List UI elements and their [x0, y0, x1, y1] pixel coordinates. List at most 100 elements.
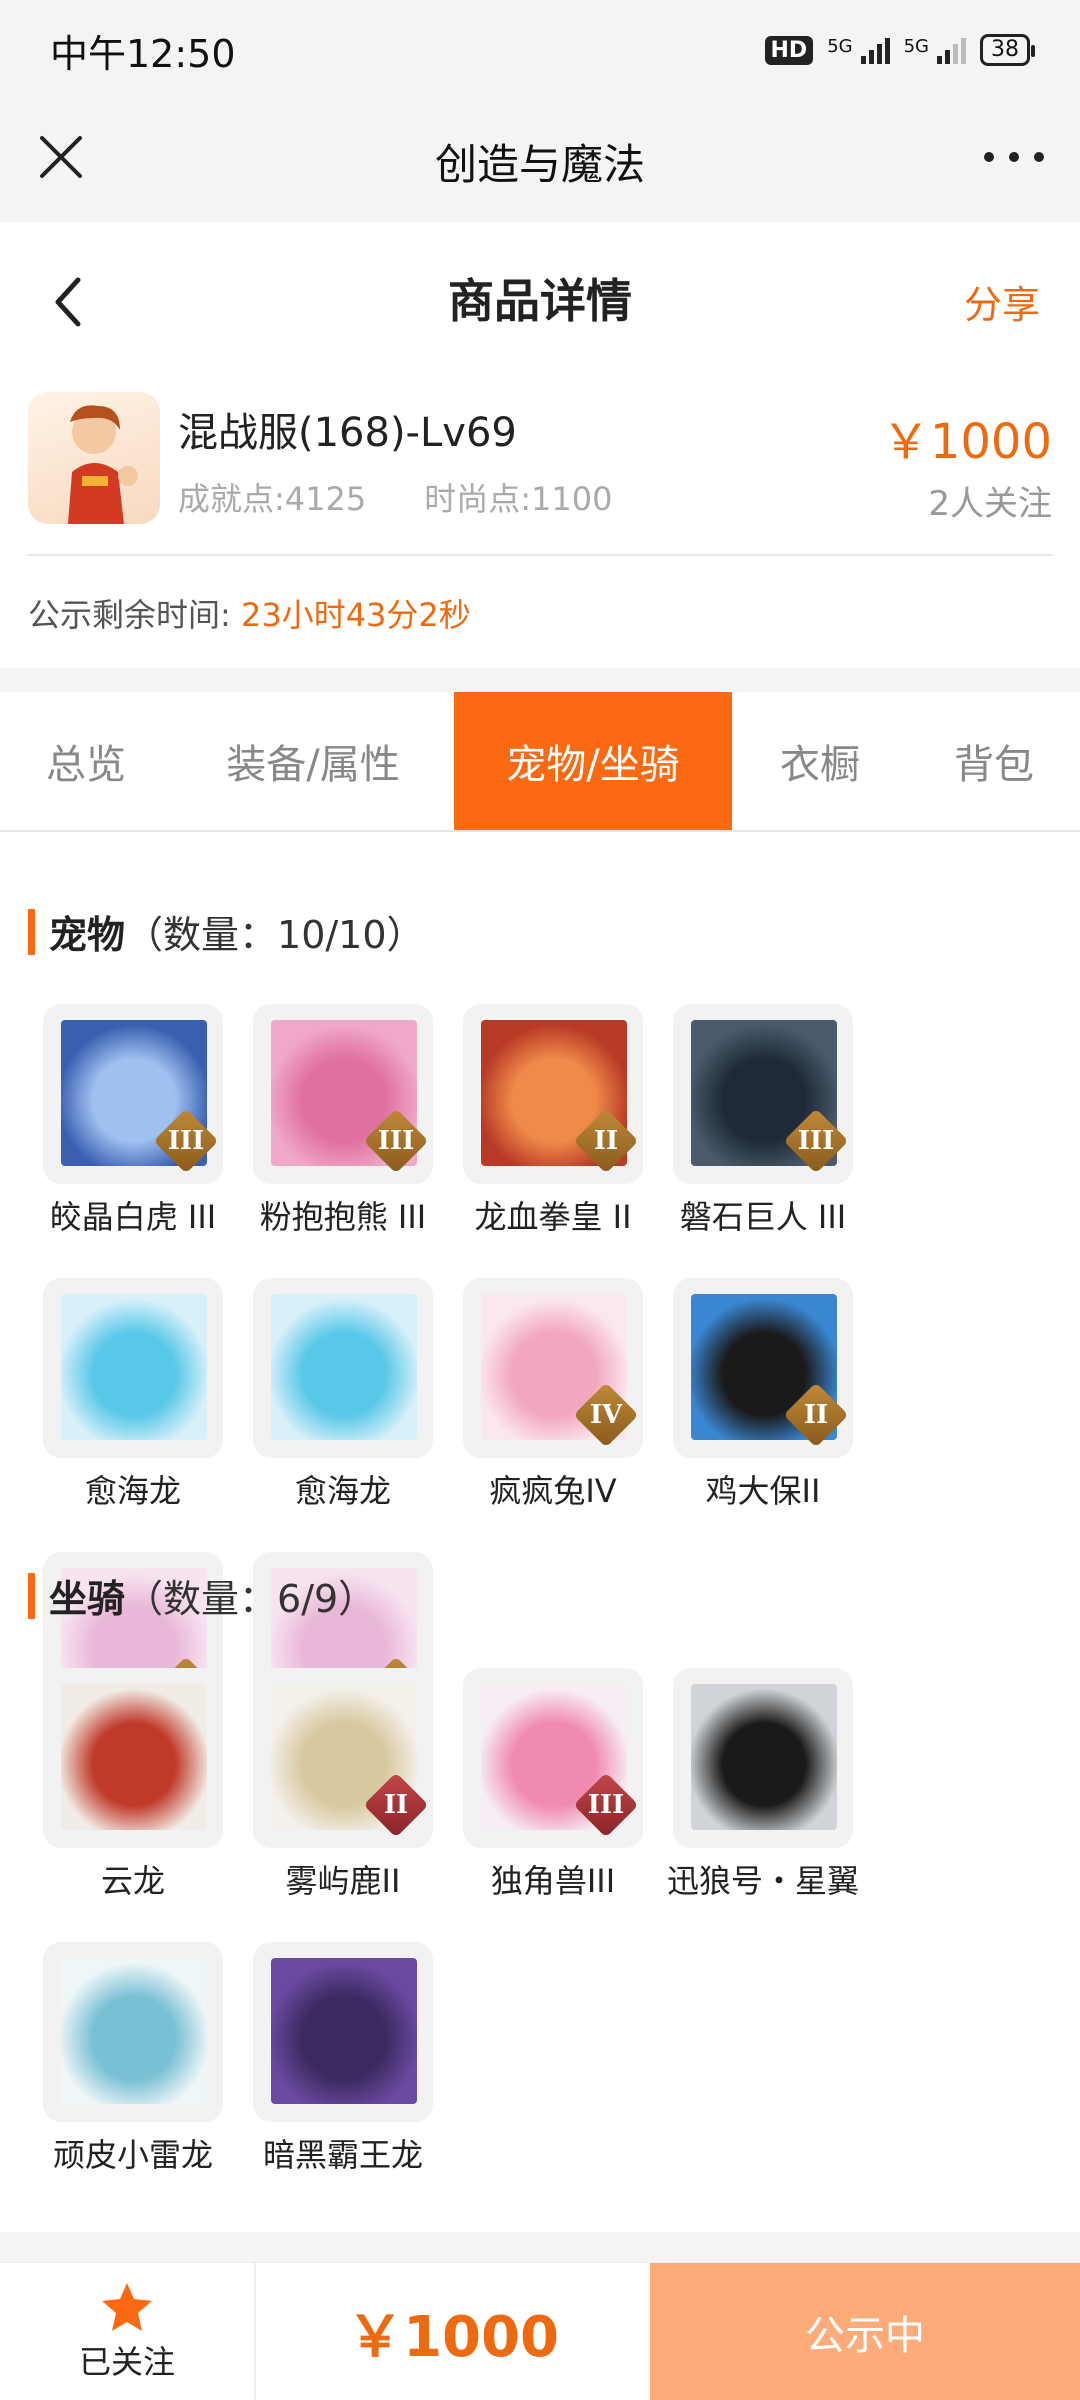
tier-badge-label: III: [167, 1126, 205, 1156]
page-title: 商品详情: [448, 274, 632, 328]
pet-item[interactable]: II 龙血拳皇 II: [448, 1004, 658, 1238]
mount-item[interactable]: III 独角兽III: [448, 1668, 658, 1902]
mount-item[interactable]: II 雾屿鹿II: [238, 1668, 448, 1902]
product-name: 混战服(168)-Lv69: [178, 410, 517, 456]
countdown: 公示剩余时间: 23小时43分2秒: [28, 590, 471, 636]
fashion-points: 时尚点:1100: [424, 480, 613, 518]
follow-button[interactable]: 已关注: [0, 2263, 256, 2400]
mount-icon-box: [43, 1668, 223, 1848]
status-icons: HD 5G 5G 38: [764, 34, 1035, 66]
mount-image: [271, 1958, 417, 2104]
mount-name: 云龙: [100, 1862, 165, 1900]
pet-icon-box: II: [463, 1004, 643, 1184]
character-avatar: [28, 392, 160, 524]
public-status-button[interactable]: 公示中: [650, 2263, 1080, 2400]
pet-item[interactable]: II 鸡大保II: [658, 1278, 868, 1512]
tier-badge-label: IV: [589, 1400, 623, 1430]
app-titlebar: 创造与魔法: [0, 100, 1080, 222]
mount-item[interactable]: 云龙: [28, 1668, 238, 1902]
status-time: 中午12:50: [50, 31, 236, 76]
back-arrow-icon[interactable]: [48, 272, 88, 332]
mount-item[interactable]: 迅狼号・星翼: [658, 1668, 868, 1902]
divider: [28, 554, 1052, 556]
network-type-label: 5G: [827, 36, 853, 57]
product-stats: 成就点:4125 时尚点:1100: [178, 474, 612, 520]
pet-icon-box: III: [673, 1004, 853, 1184]
pet-icon-box: [253, 1278, 433, 1458]
mount-icon-box: II: [253, 1668, 433, 1848]
status-bar: 中午12:50 HD 5G 5G 38: [0, 0, 1080, 100]
pet-name: 愈海龙: [294, 1472, 391, 1510]
mount-name: 暗黑霸王龙: [262, 2136, 423, 2174]
countdown-value: 23小时43分2秒: [240, 596, 471, 634]
mount-icon-box: [673, 1668, 853, 1848]
tab-overview[interactable]: 总览: [0, 692, 172, 830]
mount-name: 雾屿鹿II: [285, 1862, 401, 1900]
more-icon[interactable]: [984, 142, 1044, 172]
pet-item[interactable]: III 粉抱抱熊 III: [238, 1004, 448, 1238]
mount-icon-box: [253, 1942, 433, 2122]
pet-item[interactable]: 愈海龙: [238, 1278, 448, 1512]
pet-icon-box: III: [43, 1004, 223, 1184]
follow-label: 已关注: [78, 2343, 175, 2381]
signal-icon: [860, 36, 890, 64]
pet-name: 磐石巨人 III: [679, 1198, 847, 1236]
pets-title: 宠物: [49, 913, 126, 957]
mount-image: [691, 1684, 837, 1830]
product-price: ￥1000: [881, 414, 1052, 470]
achievement-points: 成就点:4125: [178, 480, 367, 518]
tier-badge-label: II: [593, 1126, 619, 1156]
pet-name: 鸡大保II: [705, 1472, 821, 1510]
pet-item[interactable]: III 皎晶白虎 III: [28, 1004, 238, 1238]
pets-mounts-panel: 宠物 （数量：10/10） III 皎晶白虎 III III 粉抱抱熊 III II 龙血…: [0, 832, 1080, 2232]
mount-item[interactable]: 暗黑霸王龙: [238, 1942, 448, 2176]
mounts-section-title: 坐骑 （数量：6/9）: [28, 1568, 376, 1623]
pet-name: 愈海龙: [84, 1472, 181, 1510]
detail-tabs: 总览 装备/属性 宠物/坐骑 衣橱 背包: [0, 692, 1080, 832]
page-nav: 商品详情 分享: [0, 222, 1080, 374]
tab-equipment[interactable]: 装备/属性: [172, 692, 454, 830]
pet-icon-box: III: [253, 1004, 433, 1184]
follower-count: 2人关注: [928, 484, 1052, 524]
pets-section-title: 宠物 （数量：10/10）: [28, 904, 425, 959]
mount-item[interactable]: 顽皮小雷龙: [28, 1942, 238, 2176]
share-button[interactable]: 分享: [964, 274, 1040, 329]
mount-name: 顽皮小雷龙: [52, 2136, 213, 2174]
mounts-title: 坐骑: [49, 1577, 126, 1621]
countdown-label: 公示剩余时间:: [28, 596, 231, 634]
app-title: 创造与魔法: [434, 139, 645, 189]
tier-badge-label: III: [377, 1126, 415, 1156]
star-icon: [102, 2283, 152, 2331]
tab-backpack[interactable]: 背包: [908, 692, 1080, 830]
signal-icon-2: [937, 36, 966, 64]
pet-item[interactable]: 愈海龙: [28, 1278, 238, 1512]
pet-name: 龙血拳皇 II: [474, 1198, 632, 1236]
tab-wardrobe[interactable]: 衣橱: [732, 692, 908, 830]
pet-item[interactable]: III 磐石巨人 III: [658, 1004, 868, 1238]
mount-icon-box: [43, 1942, 223, 2122]
pet-image: [271, 1294, 417, 1440]
pet-icon-box: II: [673, 1278, 853, 1458]
section-marker: [28, 908, 35, 955]
network-type-label-2: 5G: [903, 36, 929, 57]
mount-image: [61, 1958, 207, 2104]
bottom-bar: 已关注 ￥1000 公示中: [0, 2262, 1080, 2400]
mount-icon-box: III: [463, 1668, 643, 1848]
product-summary: 混战服(168)-Lv69 成就点:4125 时尚点:1100 ￥1000 2人…: [28, 392, 1052, 552]
close-icon[interactable]: [36, 132, 86, 182]
tier-badge-label: III: [797, 1126, 835, 1156]
mount-name: 独角兽III: [490, 1862, 616, 1900]
character-avatar-image: [68, 405, 138, 524]
mount-name: 迅狼号・星翼: [666, 1862, 859, 1900]
pet-item[interactable]: IV 疯疯兔IV: [448, 1278, 658, 1512]
tab-pets-mounts[interactable]: 宠物/坐骑: [454, 692, 732, 830]
hd-icon: HD: [764, 35, 814, 65]
mount-image: [61, 1684, 207, 1830]
pet-name: 疯疯兔IV: [489, 1472, 617, 1510]
mounts-count: （数量：6/9）: [125, 1577, 377, 1621]
tier-badge-label: III: [587, 1790, 625, 1820]
mounts-grid: 云龙 II 雾屿鹿II III 独角兽III 迅狼号・星翼顽皮小雷龙 暗黑霸王龙: [28, 1668, 1052, 2216]
pets-count: （数量：10/10）: [125, 913, 425, 957]
product-header: 商品详情 分享 混战服(168)-Lv69 成就点:4125 时尚点:1100 …: [0, 222, 1080, 668]
pet-name: 皎晶白虎 III: [49, 1198, 217, 1236]
